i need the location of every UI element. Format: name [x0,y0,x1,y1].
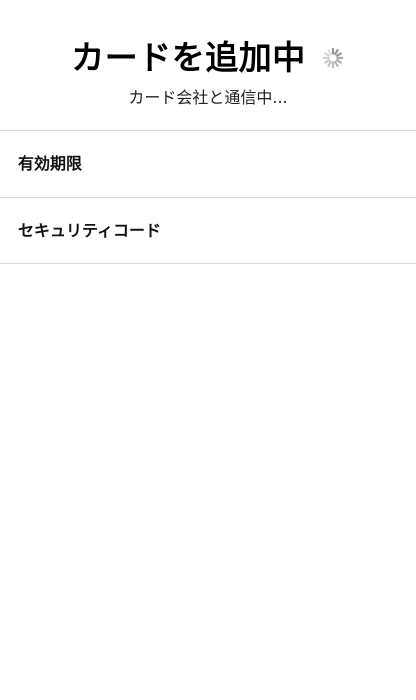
spinner-spoke [335,52,342,57]
header: カードを追加中 カード会社と通信中... [0,0,416,130]
divider-bottom [0,263,416,264]
page-title: カードを追加中 [71,38,306,77]
spinner-spoke [333,60,339,67]
activity-indicator-icon [321,46,345,70]
expiry-date-field[interactable]: 有効期限 [0,131,416,197]
expiry-date-label: 有効期限 [18,154,83,173]
spinner-spoke [323,52,330,57]
spinner-spoke [335,59,342,64]
spinner-spoke [333,49,339,56]
title-row: カードを追加中 [0,36,416,80]
security-code-field[interactable]: セキュリティコード [0,198,416,264]
status-subtitle: カード会社と通信中... [128,88,288,107]
security-code-label: セキュリティコード [18,221,162,240]
spinner-spoke [323,59,330,64]
spinner-spoke [327,49,332,56]
spinner-spoke [327,60,332,67]
